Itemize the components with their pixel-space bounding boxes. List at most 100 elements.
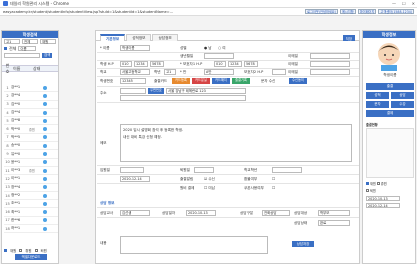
tab-grades[interactable]: 성적정보 [126,34,152,41]
tab-basic[interactable]: 기본정보 [100,34,126,41]
student-row[interactable]: 17 한**6 [4,217,58,226]
zipcode-button[interactable]: 우편번호 [148,88,164,94]
info-icon[interactable] [43,160,47,165]
info-icon[interactable] [43,185,47,190]
right-sms-button[interactable]: 문자 [366,101,389,108]
search-button[interactable]: 검색 [42,53,53,58]
date-to-input[interactable]: 2020-12-14 [366,203,400,208]
school-year-input[interactable] [272,167,302,173]
fee-check[interactable]: ☐ 미납 [204,186,215,191]
gender-male-radio[interactable]: ● 남 [204,46,212,51]
zipcode-input[interactable] [120,88,146,94]
parent2-phone-input[interactable] [272,69,286,75]
info-icon[interactable] [43,85,47,90]
consult-memo-textarea[interactable] [120,236,268,254]
student-row[interactable]: 6 박**0 휴원 [4,125,58,134]
save-button[interactable]: 저장 [342,35,355,41]
info-icon[interactable] [43,110,47,115]
top-button-logout[interactable]: 로그아웃(안녕하세요) [305,9,338,14]
minimize-icon[interactable]: — [392,1,396,6]
consult-status-select[interactable]: 완료 [318,220,350,226]
filter-active-checkbox[interactable] [4,248,7,252]
info-icon[interactable] [43,168,47,173]
sort-select[interactable]: 이름 [18,46,37,51]
student-row[interactable]: 15 조**1 [4,200,58,209]
grade-select[interactable]: 고1 [4,39,20,44]
consult-type-select[interactable]: 전화상담 [262,210,290,216]
right-course-button[interactable]: 수강 [391,101,414,108]
top-button-mypage[interactable]: 마이페이지 [357,9,377,14]
student-row[interactable]: 14 정**2 [4,192,58,201]
email-input-2[interactable] [310,69,350,75]
leave-input[interactable] [194,167,214,173]
info-icon[interactable] [43,218,47,223]
info-icon[interactable] [43,102,47,107]
student-row[interactable]: 16 최**1 [4,208,58,217]
school-input[interactable]: 서울고등학교 [120,69,150,75]
all-checkbox[interactable] [4,47,7,50]
attendance-log-button[interactable]: 출결기록 [232,78,250,84]
student-row[interactable]: 8 송**0 [4,142,58,151]
info-icon[interactable] [43,118,47,123]
student-row[interactable]: 10 윤**1 [4,159,58,167]
student-row[interactable]: 1 강**1 [4,84,58,93]
student-phone-3[interactable]: 5678 [150,61,164,67]
address-detail-input[interactable] [120,95,246,101]
excel-download-button[interactable]: 엑셀다운로드 [15,254,47,260]
student-row[interactable]: 5 김**8 [4,117,58,126]
parent-phone-1[interactable]: 010 [214,61,226,67]
right-consult-button[interactable]: 상담 [391,92,414,99]
consult-target-select[interactable]: 학부모 [318,210,350,216]
card-register-button[interactable]: 카드등록 [172,78,190,84]
memo-textarea[interactable]: 2020 입시 설명회 참석 후 등록한 학생. 내신 대비 특강 신청 예정. [120,124,352,162]
class-input[interactable]: A반 [204,69,234,75]
maximize-icon[interactable]: ☐ [402,1,406,6]
info-icon[interactable] [43,210,47,215]
address-input[interactable]: 서울 강남구 테헤란로 123 [166,88,246,94]
coupon-check[interactable]: ☐ [272,186,275,190]
class-select[interactable]: 전체 [22,39,38,44]
info-icon[interactable] [43,135,47,140]
right-check-leave[interactable] [366,189,369,192]
top-button-message[interactable]: 메시지함 [340,9,356,14]
info-icon[interactable] [43,176,47,181]
enroll-select[interactable] [120,167,144,173]
birth-input[interactable] [204,53,234,59]
grade-input[interactable]: 고1 [164,69,176,75]
info-icon[interactable] [43,193,47,198]
right-payment-button[interactable]: 결제 [366,110,414,117]
close-icon[interactable]: ✕ [412,1,415,6]
right-check-active[interactable] [366,182,369,185]
info-icon[interactable] [43,201,47,206]
search-input[interactable] [4,53,40,58]
info-icon[interactable] [43,93,47,98]
info-icon[interactable] [43,226,47,231]
parent-phone-3[interactable]: 5678 [244,61,258,67]
student-row[interactable]: 3 김**0 [4,101,58,109]
student-phone-2[interactable]: 1234 [134,61,148,67]
attend-alert-check[interactable]: ☑ 수신 [204,177,215,182]
consult-date-input[interactable]: 2020-10-13 [186,210,216,216]
consult-teacher-select[interactable]: 김선생 [120,210,150,216]
student-row[interactable]: 4 김**4 [4,109,58,118]
right-attend-button[interactable]: 출결 [366,83,414,90]
student-no-input[interactable]: 12345 [120,78,146,84]
info-icon[interactable] [43,152,47,157]
save-consult-button[interactable]: 상담저장 [292,241,314,247]
date-from-input[interactable]: 2020-10-13 [366,196,400,201]
gender-female-radio[interactable]: ○ 여 [218,46,226,51]
info-icon[interactable] [43,127,47,132]
card-cancel-button[interactable]: 카드해지 [212,78,230,84]
url-text[interactable]: easyacademy.kr/student/studentInfo/stude… [3,10,273,14]
info-icon[interactable] [43,143,47,148]
student-row[interactable]: 9 유**0 [4,150,58,159]
sms-consent-button[interactable]: 수신동의 [289,78,307,84]
student-row[interactable]: 7 박**5 [4,134,58,143]
enroll-date-input[interactable]: 2020-12-14 [120,176,150,182]
filter-leave-checkbox[interactable] [34,248,38,252]
student-row[interactable]: 18 허**1 [4,225,58,234]
student-row[interactable]: 12 이**1 [4,175,58,184]
card-lost-button[interactable]: 카드분실 [192,78,210,84]
student-phone-1[interactable]: 010 [120,61,132,67]
tab-consult[interactable]: 상담정보 [152,34,178,41]
